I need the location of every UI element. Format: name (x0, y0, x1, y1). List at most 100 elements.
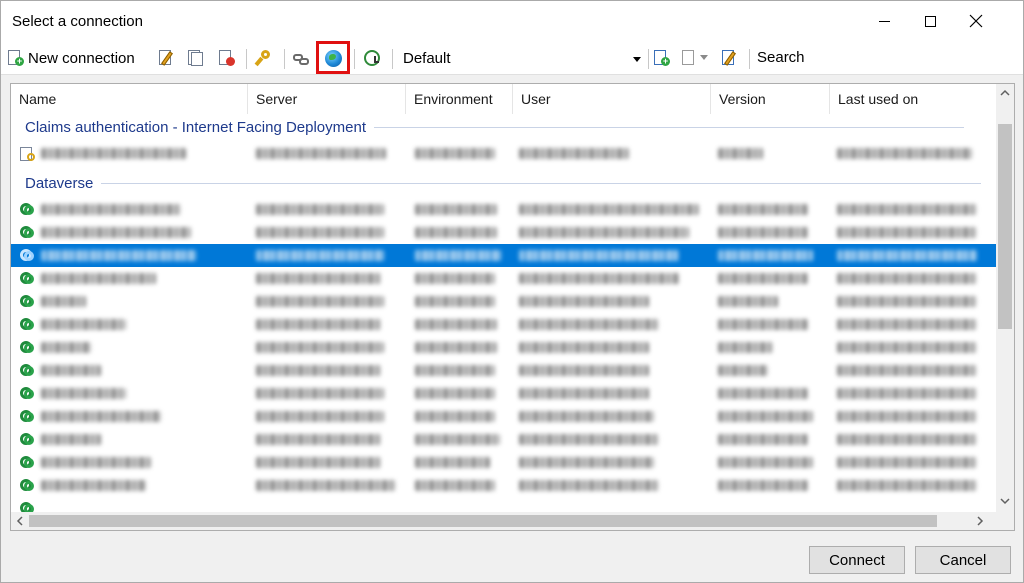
vertical-scrollbar[interactable] (996, 84, 1014, 512)
column-header-server[interactable]: Server (248, 84, 406, 114)
toolbar-separator (246, 49, 247, 69)
scroll-down-icon[interactable] (996, 492, 1014, 510)
select-connection-dialog: Select a connection + New connection + D… (0, 0, 1024, 583)
group-divider (101, 183, 982, 184)
redacted-cell (415, 148, 495, 159)
dataverse-icon (19, 317, 36, 333)
search-input[interactable] (809, 44, 969, 73)
scroll-up-icon[interactable] (996, 84, 1014, 102)
profile-actions-button[interactable] (680, 46, 708, 70)
redacted-cell (256, 204, 384, 215)
redacted-cell (415, 250, 501, 261)
redacted-cell (41, 434, 101, 445)
scroll-left-icon[interactable] (11, 512, 29, 530)
cancel-button[interactable]: Cancel (915, 546, 1011, 574)
redacted-cell (519, 457, 654, 468)
redacted-cell (519, 204, 699, 215)
maximize-icon (924, 15, 936, 27)
redacted-cell (256, 411, 384, 422)
list-item[interactable] (11, 290, 996, 313)
column-header-name[interactable]: Name (11, 84, 248, 114)
maximize-button[interactable] (907, 1, 953, 41)
list-item[interactable] (11, 497, 996, 512)
list-item[interactable] (11, 428, 996, 451)
redacted-cell (718, 148, 763, 159)
close-button[interactable] (953, 1, 999, 41)
list-item[interactable] (11, 267, 996, 290)
redacted-cell (415, 434, 500, 445)
key-icon (254, 49, 272, 67)
redacted-cell (415, 457, 490, 468)
list-item[interactable] (11, 451, 996, 474)
new-connection-button[interactable]: + New connection (6, 46, 135, 70)
connection-link-button[interactable] (292, 46, 310, 70)
redacted-cell (519, 365, 649, 376)
copy-icon (186, 49, 204, 67)
new-profile-button[interactable]: + (652, 46, 670, 70)
column-header-user[interactable]: User (513, 84, 711, 114)
edit-connection-button[interactable] (157, 46, 175, 70)
redacted-cell (415, 296, 495, 307)
redacted-cell (837, 273, 977, 284)
dataverse-icon (19, 271, 36, 287)
list-item[interactable] (11, 405, 996, 428)
redacted-cell (519, 250, 679, 261)
clock-icon (363, 49, 381, 67)
group-header[interactable]: Claims authentication - Internet Facing … (25, 119, 965, 136)
redacted-cell (519, 480, 659, 491)
redacted-cell (718, 227, 808, 238)
scrollbar-corner (996, 512, 1014, 530)
toolbar-separator (648, 49, 649, 69)
dataverse-icon (19, 386, 36, 402)
list-item-selected[interactable] (11, 244, 996, 267)
column-header-version[interactable]: Version (711, 84, 830, 114)
list-item[interactable] (11, 382, 996, 405)
edit-profile-button[interactable] (720, 46, 738, 70)
redacted-cell (41, 148, 186, 159)
toolbar-separator (354, 49, 355, 69)
list-item[interactable] (11, 474, 996, 497)
link-icon (292, 49, 310, 67)
redacted-cell (519, 319, 659, 330)
chevron-down-icon (700, 55, 708, 60)
redacted-cell (718, 250, 813, 261)
group-divider (374, 127, 965, 128)
list-item[interactable] (11, 359, 996, 382)
redacted-cell (256, 296, 384, 307)
edit-profile-icon (720, 49, 738, 67)
redacted-cell (837, 342, 977, 353)
redacted-cell (837, 204, 977, 215)
delete-connection-button[interactable] (217, 46, 235, 70)
redacted-cell (718, 457, 813, 468)
new-connection-label: New connection (28, 49, 135, 67)
column-header-environment[interactable]: Environment (406, 84, 513, 114)
redacted-cell (718, 480, 808, 491)
list-item[interactable] (11, 313, 996, 336)
toolbar-separator (284, 49, 285, 69)
list-item[interactable] (11, 142, 996, 165)
connections-list[interactable]: Name Server Environment User Version Las… (10, 83, 1015, 531)
group-header[interactable]: Dataverse (25, 175, 982, 192)
horizontal-scrollbar[interactable] (11, 512, 996, 530)
list-item[interactable] (11, 336, 996, 359)
column-header-last-used-on[interactable]: Last used on (830, 84, 996, 114)
credentials-button[interactable] (254, 46, 272, 70)
dataverse-icon (19, 248, 36, 264)
copy-connection-button[interactable] (186, 46, 204, 70)
redacted-cell (41, 319, 126, 330)
minimize-button[interactable] (861, 1, 907, 41)
scroll-right-icon[interactable] (971, 512, 989, 530)
recent-connections-button[interactable] (363, 46, 381, 70)
connection-profile-dropdown[interactable]: Default (398, 47, 646, 71)
horizontal-scroll-thumb[interactable] (29, 515, 937, 527)
redacted-cell (41, 204, 181, 215)
list-item[interactable] (11, 221, 996, 244)
redacted-cell (718, 388, 808, 399)
redacted-cell (837, 365, 977, 376)
connect-button[interactable]: Connect (809, 546, 905, 574)
vertical-scroll-thumb[interactable] (998, 124, 1012, 329)
list-item[interactable] (11, 198, 996, 221)
dataverse-icon (19, 455, 36, 471)
redacted-cell (41, 227, 191, 238)
group-title: Claims authentication - Internet Facing … (25, 119, 367, 136)
